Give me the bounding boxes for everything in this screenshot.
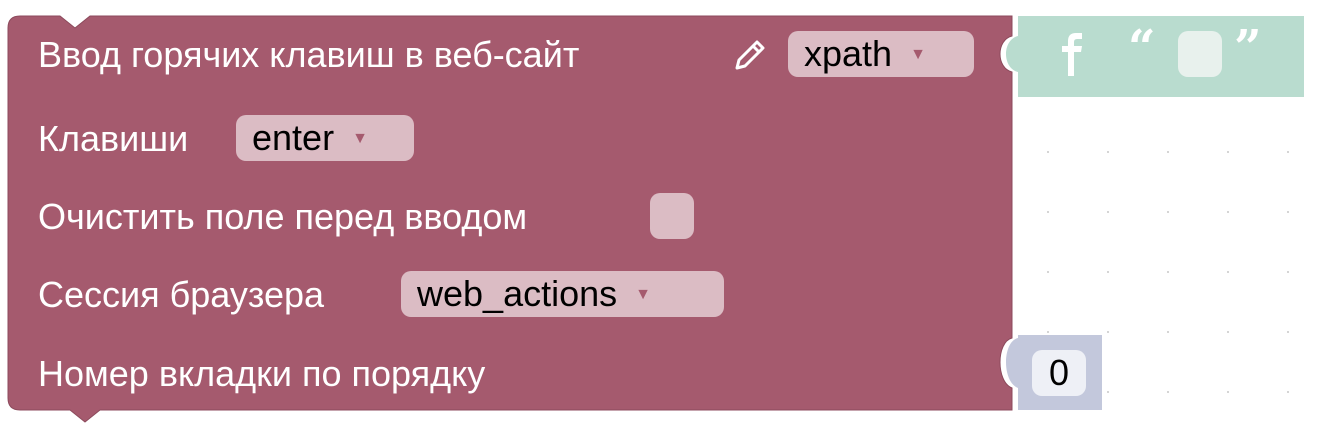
keys-dropdown[interactable]: enter ▼ <box>236 115 414 161</box>
text-value-field[interactable] <box>1178 31 1222 77</box>
session-dropdown[interactable]: web_actions ▼ <box>401 271 724 317</box>
triangle-down-icon: ▼ <box>910 46 926 63</box>
clear-field-label: Очистить поле перед вводом <box>38 196 528 237</box>
f-icon <box>1062 33 1082 76</box>
triangle-down-icon: ▼ <box>352 130 368 147</box>
selector-mode-dropdown[interactable]: xpath ▼ <box>788 31 974 77</box>
keys-label: Клавиши <box>38 118 189 159</box>
session-label: Сессия браузера <box>38 274 325 315</box>
keys-value: enter <box>252 117 335 158</box>
blockly-workspace[interactable]: Ввод горячих клавиш в веб-сайт xpath ▼ “… <box>0 0 1318 437</box>
pencil-icon[interactable] <box>733 36 769 72</box>
clear-field-checkbox[interactable] <box>650 193 694 239</box>
session-value: web_actions <box>417 273 618 314</box>
close-quote: ” <box>1234 20 1262 76</box>
open-quote: “ <box>1128 20 1156 76</box>
selector-mode-value: xpath <box>804 33 893 74</box>
tab-number-label: Номер вкладки по порядку <box>38 353 486 394</box>
tab-number-field[interactable]: 0 <box>1032 350 1086 396</box>
block-title: Ввод горячих клавиш в веб-сайт <box>38 34 580 75</box>
triangle-down-icon: ▼ <box>635 286 651 303</box>
